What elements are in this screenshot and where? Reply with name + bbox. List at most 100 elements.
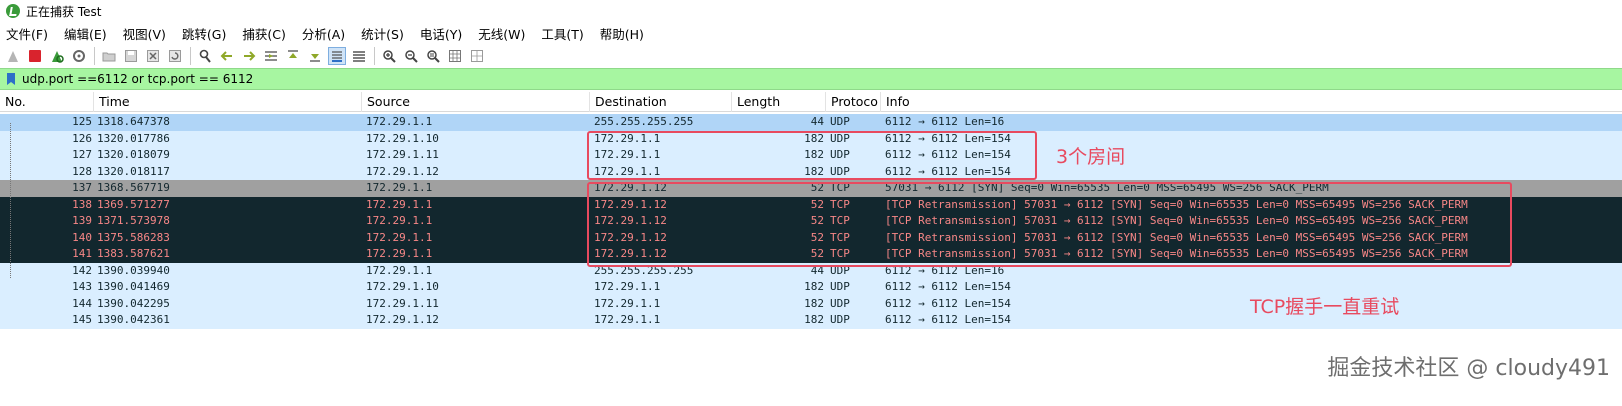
zoom-out-icon[interactable] xyxy=(402,47,420,65)
column-header-time[interactable]: Time xyxy=(94,92,362,112)
packet-protocol-cell: UDP xyxy=(830,296,850,310)
packet-time-cell: 1318.647378 xyxy=(97,115,170,128)
bookmark-icon[interactable] xyxy=(4,71,18,87)
packet-list-header: No. Time Source Destination Length Proto… xyxy=(0,92,1622,112)
packet-length-cell: 44 xyxy=(810,115,824,128)
close-file-icon[interactable] xyxy=(144,47,162,65)
menu-capture[interactable]: 捕获(C) xyxy=(242,24,285,43)
wireshark-app-icon xyxy=(6,4,20,18)
column-header-destination[interactable]: Destination xyxy=(590,92,732,112)
toolbar-separator xyxy=(374,47,375,65)
capture-options-icon[interactable] xyxy=(70,47,88,65)
packet-time-cell: 1368.567719 xyxy=(97,181,170,194)
packet-source-cell: 172.29.1.12 xyxy=(366,164,439,178)
column-header-info[interactable]: Info xyxy=(881,92,1622,112)
packet-time-cell: 1320.018117 xyxy=(97,164,170,178)
menu-analyze[interactable]: 分析(A) xyxy=(302,24,345,43)
packet-no-cell: 141 xyxy=(72,247,92,260)
packet-source-cell: 172.29.1.1 xyxy=(366,230,433,244)
watermark: 掘金技术社区 @ cloudy491 xyxy=(1327,356,1610,381)
packet-row[interactable]: 125 1318.647378 172.29.1.1 255.255.255.255 4… xyxy=(0,114,1622,131)
packet-source-cell: 172.29.1.10 xyxy=(366,131,439,145)
go-back-icon[interactable] xyxy=(218,47,236,65)
save-file-icon[interactable] xyxy=(122,47,140,65)
shark-fin-start-icon[interactable] xyxy=(4,47,22,65)
packet-source-cell: 172.29.1.11 xyxy=(366,296,439,310)
packet-time-cell: 1390.042361 xyxy=(97,313,170,326)
menu-bar: 文件(F) 编辑(E) 视图(V) 跳转(G) 捕获(C) 分析(A) 统计(S… xyxy=(0,22,1622,44)
packet-time-cell: 1390.039940 xyxy=(97,263,170,277)
column-header-source[interactable]: Source xyxy=(362,92,590,112)
menu-wireless[interactable]: 无线(W) xyxy=(478,24,525,43)
open-file-icon[interactable] xyxy=(100,47,118,65)
menu-tools[interactable]: 工具(T) xyxy=(541,24,583,43)
go-forward-icon[interactable] xyxy=(240,47,258,65)
main-toolbar xyxy=(0,44,1622,68)
display-filter-bar xyxy=(0,68,1622,90)
packet-no-cell: 125 xyxy=(72,115,92,128)
find-packet-icon[interactable] xyxy=(196,47,214,65)
go-first-icon[interactable] xyxy=(284,47,302,65)
packet-info-cell: 6112 → 6112 Len=16 xyxy=(885,115,1005,128)
packet-no-cell: 144 xyxy=(72,296,92,310)
stop-capture-icon[interactable] xyxy=(26,47,44,65)
packet-source-cell: 172.29.1.12 xyxy=(366,313,439,326)
go-to-packet-icon[interactable] xyxy=(262,47,280,65)
rooms-highlight-box xyxy=(587,131,1037,180)
packet-no-cell: 126 xyxy=(72,131,92,145)
packet-length-cell: 182 xyxy=(804,313,824,326)
packet-source-cell: 172.29.1.1 xyxy=(366,115,433,128)
toolbar-separator xyxy=(94,47,95,65)
menu-help[interactable]: 帮助(H) xyxy=(600,24,644,43)
packet-no-cell: 139 xyxy=(72,214,92,227)
packet-source-cell: 172.29.1.11 xyxy=(366,148,439,161)
packet-time-cell: 1371.573978 xyxy=(97,214,170,227)
zoom-normal-icon[interactable] xyxy=(424,47,442,65)
packet-time-cell: 1390.042295 xyxy=(97,296,170,310)
packet-destination-cell: 172.29.1.1 xyxy=(594,296,661,310)
related-packets-line xyxy=(10,123,11,278)
window-title: 正在捕获 Test xyxy=(26,4,102,19)
packet-time-cell: 1369.571277 xyxy=(97,197,170,211)
layout-icon[interactable] xyxy=(468,47,486,65)
zoom-in-icon[interactable] xyxy=(380,47,398,65)
menu-go[interactable]: 跳转(G) xyxy=(182,24,226,43)
colorize-icon[interactable] xyxy=(350,47,368,65)
tcp-retry-highlight-box xyxy=(587,182,1512,267)
menu-view[interactable]: 视图(V) xyxy=(123,24,166,43)
menu-telephony[interactable]: 电话(Y) xyxy=(420,24,462,43)
packet-source-cell: 172.29.1.1 xyxy=(366,214,433,227)
packet-destination-cell: 172.29.1.1 xyxy=(594,280,661,293)
autoscroll-icon[interactable] xyxy=(328,47,346,65)
packet-source-cell: 172.29.1.10 xyxy=(366,280,439,293)
packet-time-cell: 1375.586283 xyxy=(97,230,170,244)
packet-no-cell: 143 xyxy=(72,280,92,293)
packet-time-cell: 1320.017786 xyxy=(97,131,170,145)
packet-length-cell: 182 xyxy=(804,296,824,310)
packet-protocol-cell: UDP xyxy=(830,313,850,326)
packet-protocol-cell: UDP xyxy=(830,280,850,293)
column-header-length[interactable]: Length xyxy=(732,92,826,112)
go-last-icon[interactable] xyxy=(306,47,324,65)
column-header-protocol[interactable]: Protoco xyxy=(826,92,881,112)
packet-no-cell: 140 xyxy=(72,230,92,244)
column-header-no[interactable]: No. xyxy=(0,92,94,112)
packet-source-cell: 172.29.1.1 xyxy=(366,197,433,211)
display-filter-input[interactable] xyxy=(22,72,1582,86)
packet-protocol-cell: UDP xyxy=(830,115,850,128)
packet-destination-cell: 172.29.1.1 xyxy=(594,313,661,326)
toolbar-separator xyxy=(190,47,191,65)
packet-source-cell: 172.29.1.1 xyxy=(366,181,433,194)
rooms-annotation: 3个房间 xyxy=(1056,146,1126,168)
menu-file[interactable]: 文件(F) xyxy=(6,24,48,43)
title-bar: 正在捕获 Test xyxy=(0,0,1622,22)
resize-columns-icon[interactable] xyxy=(446,47,464,65)
packet-time-cell: 1383.587621 xyxy=(97,247,170,260)
menu-statistics[interactable]: 统计(S) xyxy=(361,24,404,43)
reload-icon[interactable] xyxy=(166,47,184,65)
packet-length-cell: 182 xyxy=(804,280,824,293)
restart-capture-icon[interactable] xyxy=(48,47,66,65)
menu-edit[interactable]: 编辑(E) xyxy=(64,24,107,43)
tcp-retry-annotation: TCP握手一直重试 xyxy=(1250,296,1400,318)
packet-time-cell: 1390.041469 xyxy=(97,280,170,293)
